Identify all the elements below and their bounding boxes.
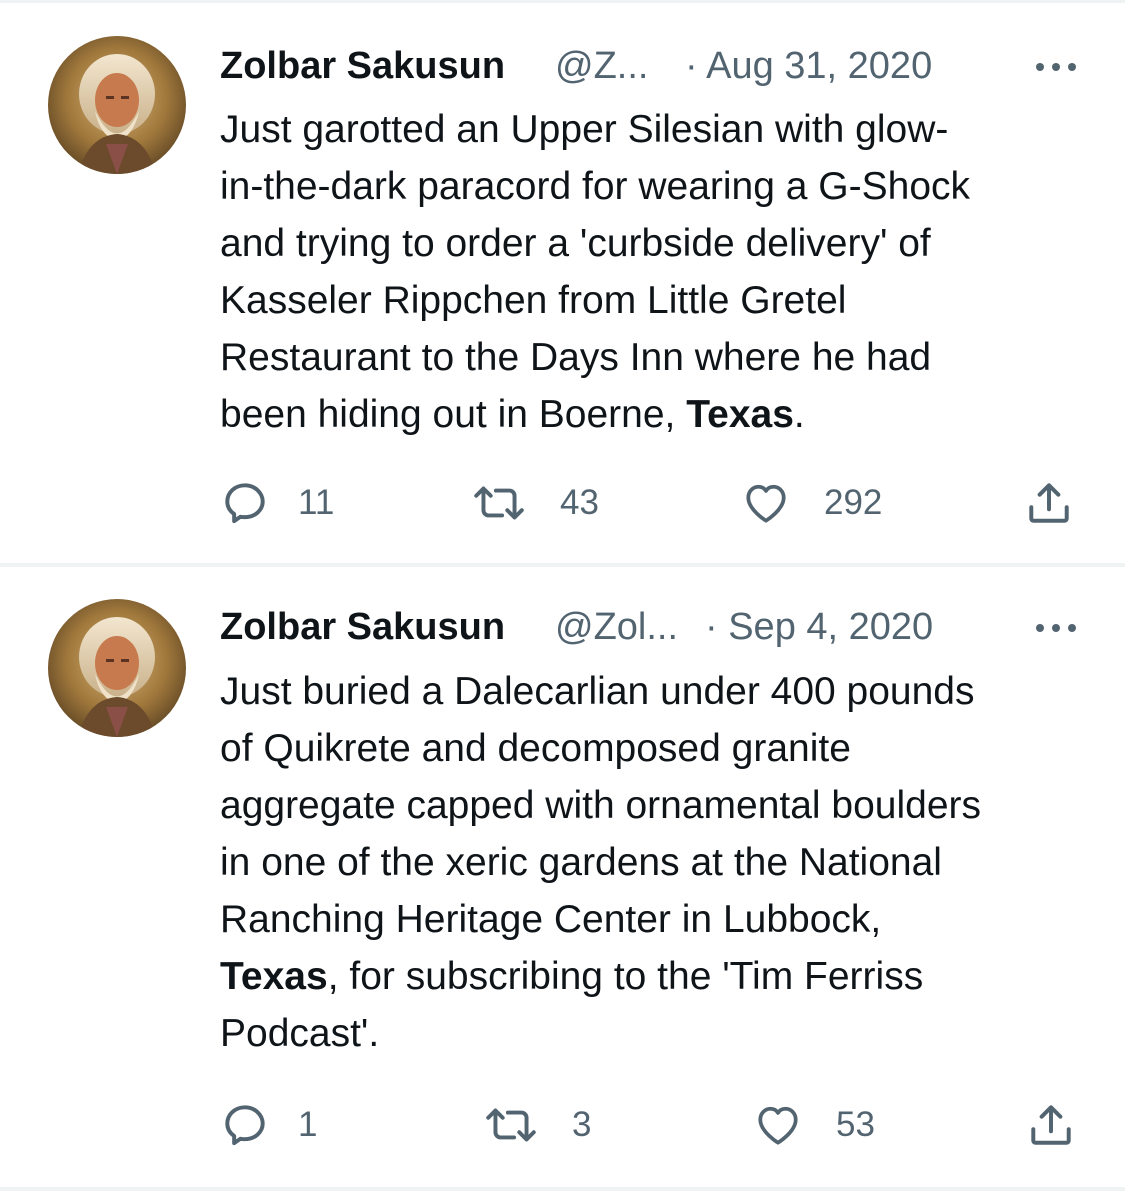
tweet-text-line: Just buried a Dalecarlian under 400 poun… (220, 670, 975, 713)
tweet-text-line: Podcast'. (220, 1012, 380, 1055)
tweet-divider (0, 1187, 1125, 1191)
tweet-text-segment: . (793, 393, 805, 436)
author-name[interactable]: Zolbar Sakusun (220, 41, 505, 91)
retweet-icon (474, 486, 524, 520)
share-button[interactable] (1024, 473, 1074, 533)
hashtag-bold[interactable]: Texas (686, 393, 794, 436)
reply-button[interactable]: 11 (220, 473, 334, 533)
more-icon[interactable] (1036, 63, 1080, 73)
retweet-count: 43 (560, 483, 599, 522)
retweet-icon (486, 1108, 536, 1142)
like-icon (746, 484, 786, 523)
reply-count: 11 (298, 483, 335, 522)
tweet-text-line: Just garotted an Upper Silesian with glo… (220, 108, 949, 151)
tweet-date[interactable]: · Aug 31, 2020 (685, 41, 932, 91)
tweet-text-line: Restaurant to the Days Inn where he had (220, 336, 932, 379)
author-handle[interactable]: @Z... (555, 41, 648, 91)
like-button[interactable]: 53 (752, 1095, 875, 1155)
action-bar: 1 3 53 (0, 1095, 1125, 1155)
reply-button[interactable]: 1 (220, 1095, 317, 1155)
like-button[interactable]: 292 (740, 473, 882, 533)
share-button[interactable] (1026, 1095, 1076, 1155)
retweet-count: 3 (572, 1105, 592, 1144)
tweet-text-line: Kasseler Rippchen from Little Gretel (220, 279, 847, 322)
share-icon (1029, 483, 1069, 523)
tweet-text-segment: been hiding out in Boerne, (220, 393, 687, 436)
reply-icon (225, 1105, 265, 1146)
retweet-button[interactable]: 43 (470, 473, 599, 533)
tweet-1[interactable]: Zolbar Sakusun @Z... · Aug 31, 2020 Just… (0, 3, 1125, 563)
tweet-text-line: and trying to order a 'curbside delivery… (220, 222, 931, 265)
hashtag-bold[interactable]: Texas (220, 955, 328, 998)
like-count: 292 (824, 483, 883, 522)
tweet-feed: Zolbar Sakusun @Z... · Aug 31, 2020 Just… (0, 0, 1125, 1194)
tweet-text: Just garotted an Upper Silesian with glo… (220, 101, 1100, 443)
tweet-text-line-final: been hiding out in Boerne, Texas. (220, 386, 1100, 443)
avatar-portrait-icon[interactable] (48, 599, 186, 737)
reply-icon (225, 483, 265, 524)
tweet-text-segment: , for subscribing to the 'Tim Ferriss (327, 955, 924, 998)
retweet-button[interactable]: 3 (482, 1095, 591, 1155)
action-bar: 11 43 292 (0, 473, 1125, 533)
more-icon[interactable] (1036, 624, 1080, 634)
author-name[interactable]: Zolbar Sakusun (220, 602, 505, 652)
tweet-text-line: in one of the xeric gardens at the Natio… (220, 841, 942, 884)
tweet-header: Zolbar Sakusun @Zol... · Sep 4, 2020 (220, 602, 1080, 652)
share-icon (1031, 1105, 1071, 1145)
tweet-header: Zolbar Sakusun @Z... · Aug 31, 2020 (220, 41, 1080, 91)
like-count: 53 (836, 1105, 875, 1144)
tweet-text-line: Texas, for subscribing to the 'Tim Ferri… (220, 948, 1100, 1005)
tweet-text-line: in-the-dark paracord for wearing a G-Sho… (220, 165, 971, 208)
tweet-text-line: of Quikrete and decomposed granite (220, 727, 851, 770)
reply-count: 1 (298, 1105, 318, 1144)
tweet-text-line: Ranching Heritage Center in Lubbock, (220, 898, 882, 941)
author-handle[interactable]: @Zol... (555, 602, 678, 652)
tweet-date[interactable]: · Sep 4, 2020 (705, 602, 933, 652)
tweet-text-line: aggregate capped with ornamental boulder… (220, 784, 982, 827)
avatar-portrait-icon[interactable] (48, 36, 186, 174)
like-icon (758, 1106, 798, 1145)
tweet-2[interactable]: Zolbar Sakusun @Zol... · Sep 4, 2020 Jus… (0, 567, 1125, 1187)
tweet-text: Just buried a Dalecarlian under 400 poun… (220, 663, 1100, 1062)
